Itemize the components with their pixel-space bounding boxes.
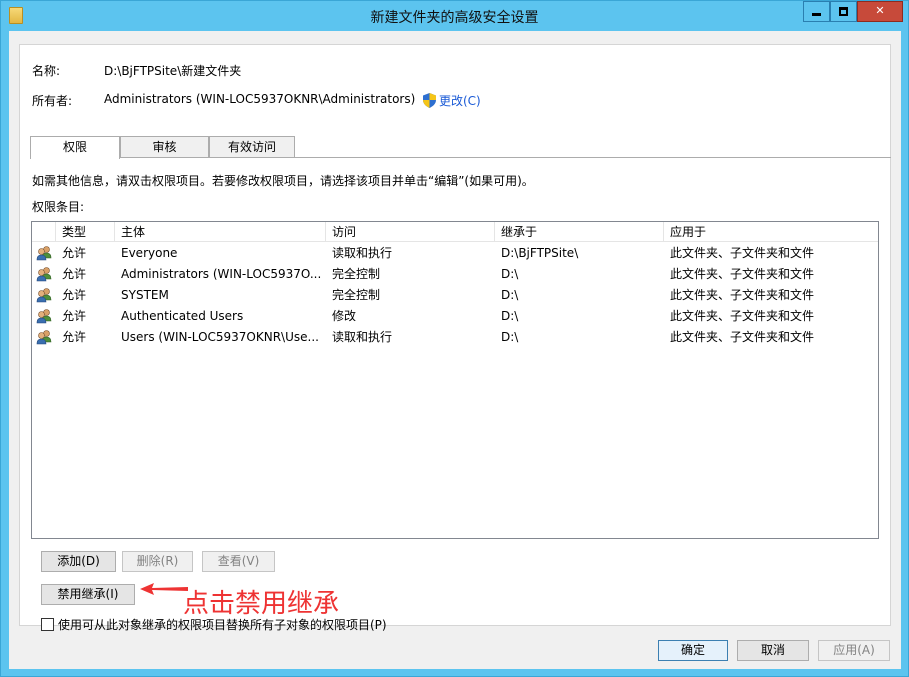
cell-access: 读取和执行: [332, 246, 393, 260]
view-button[interactable]: 查看(V): [202, 551, 275, 572]
cell-type: 允许: [62, 330, 87, 344]
cell-access: 完全控制: [332, 267, 381, 281]
cell-principal: Administrators (WIN-LOC5937O...: [121, 267, 321, 281]
cell-inherited-from: D:\BjFTPSite\: [501, 246, 579, 260]
owner-value: Administrators (WIN-LOC5937OKNR\Administ…: [104, 92, 416, 106]
title-bar[interactable]: 新建文件夹的高级安全设置 ✕: [1, 1, 908, 31]
table-row[interactable]: 允许 Administrators (WIN-LOC5937O... 完全控制 D:\…: [32, 264, 878, 285]
change-owner-label: 更改(C): [439, 94, 481, 108]
tab-auditing[interactable]: 审核: [120, 136, 209, 158]
maximize-icon: [839, 6, 848, 16]
settings-panel: 名称: D:\BjFTPSite\新建文件夹 所有者: Administrato…: [19, 44, 891, 632]
users-icon: [36, 267, 52, 282]
add-button[interactable]: 添加(D): [41, 551, 116, 572]
permission-entries-label: 权限条目:: [32, 200, 85, 214]
replace-child-permissions-label: 使用可从此对象继承的权限项目替换所有子对象的权限项目(P): [58, 618, 387, 632]
maximize-button[interactable]: [830, 1, 857, 22]
cell-inherited-from: D:\: [501, 288, 519, 302]
cancel-button[interactable]: 取消: [737, 640, 809, 661]
cell-inherited-from: D:\: [501, 330, 519, 344]
help-text: 如需其他信息，请双击权限项目。若要修改权限项目，请选择该项目并单击“编辑”(如果…: [32, 174, 534, 188]
disable-inheritance-button[interactable]: 禁用继承(I): [41, 584, 135, 605]
table-row[interactable]: 允许 Users (WIN-LOC5937OKNR\Use... 读取和执行 D:\ 此…: [32, 327, 878, 348]
cell-access: 完全控制: [332, 288, 381, 302]
table-row[interactable]: 允许 Authenticated Users 修改 D:\ 此文件夹、子文件夹和文件: [32, 306, 878, 327]
cell-applies-to: 此文件夹、子文件夹和文件: [670, 246, 815, 260]
tab-effective-access[interactable]: 有效访问: [209, 136, 295, 158]
cell-access: 读取和执行: [332, 330, 393, 344]
cell-type: 允许: [62, 288, 87, 302]
apply-button[interactable]: 应用(A): [818, 640, 890, 661]
name-value: D:\BjFTPSite\新建文件夹: [104, 64, 242, 78]
cell-principal: Authenticated Users: [121, 309, 244, 323]
owner-label: 所有者:: [32, 94, 73, 108]
close-icon: ✕: [875, 4, 885, 17]
column-inherited-from[interactable]: 继承于: [495, 222, 664, 242]
cell-inherited-from: D:\: [501, 267, 519, 281]
replace-child-permissions-checkbox[interactable]: [41, 618, 54, 631]
window-title: 新建文件夹的高级安全设置: [370, 10, 539, 26]
table-row[interactable]: 允许 Everyone 读取和执行 D:\BjFTPSite\ 此文件夹、子文件夹和文件: [32, 243, 878, 264]
uac-shield-icon: [423, 93, 436, 108]
cell-type: 允许: [62, 267, 87, 281]
cell-applies-to: 此文件夹、子文件夹和文件: [670, 309, 815, 323]
users-icon: [36, 309, 52, 324]
column-type[interactable]: 类型: [56, 222, 115, 242]
users-icon: [36, 330, 52, 345]
dialog-client-area: 名称: D:\BjFTPSite\新建文件夹 所有者: Administrato…: [9, 31, 901, 669]
annotation-text: 点击禁用继承: [183, 589, 340, 619]
cell-applies-to: 此文件夹、子文件夹和文件: [670, 330, 815, 344]
cell-type: 允许: [62, 309, 87, 323]
cell-principal: Everyone: [121, 246, 178, 260]
tab-permissions[interactable]: 权限: [30, 136, 120, 159]
table-row[interactable]: 允许 SYSTEM 完全控制 D:\ 此文件夹、子文件夹和文件: [32, 285, 878, 306]
permission-entries-list[interactable]: 类型 主体 访问 继承于 应用于 允许 Everyone 读取和执行 D:\BjFTP…: [31, 221, 879, 539]
column-applies-to[interactable]: 应用于: [664, 222, 878, 242]
cell-applies-to: 此文件夹、子文件夹和文件: [670, 267, 815, 281]
minimize-button[interactable]: [803, 1, 830, 22]
cell-inherited-from: D:\: [501, 309, 519, 323]
name-label: 名称:: [32, 64, 61, 78]
minimize-icon: [812, 12, 821, 16]
close-button[interactable]: ✕: [857, 1, 903, 22]
cell-principal: Users (WIN-LOC5937OKNR\Use...: [121, 330, 319, 344]
security-settings-window: 新建文件夹的高级安全设置 ✕ 名称: D:\BjFTPSite\新建文件夹 所有…: [0, 0, 909, 677]
cell-principal: SYSTEM: [121, 288, 169, 302]
column-access[interactable]: 访问: [326, 222, 495, 242]
users-icon: [36, 288, 52, 303]
cell-applies-to: 此文件夹、子文件夹和文件: [670, 288, 815, 302]
cell-access: 修改: [332, 309, 357, 323]
change-owner-link[interactable]: 更改(C): [423, 92, 481, 109]
remove-button[interactable]: 删除(R): [122, 551, 193, 572]
cell-type: 允许: [62, 246, 87, 260]
users-icon: [36, 246, 52, 261]
ok-button[interactable]: 确定: [658, 640, 728, 661]
column-icon: [32, 222, 56, 242]
column-principal[interactable]: 主体: [115, 222, 326, 242]
list-header: 类型 主体 访问 继承于 应用于: [32, 222, 878, 242]
